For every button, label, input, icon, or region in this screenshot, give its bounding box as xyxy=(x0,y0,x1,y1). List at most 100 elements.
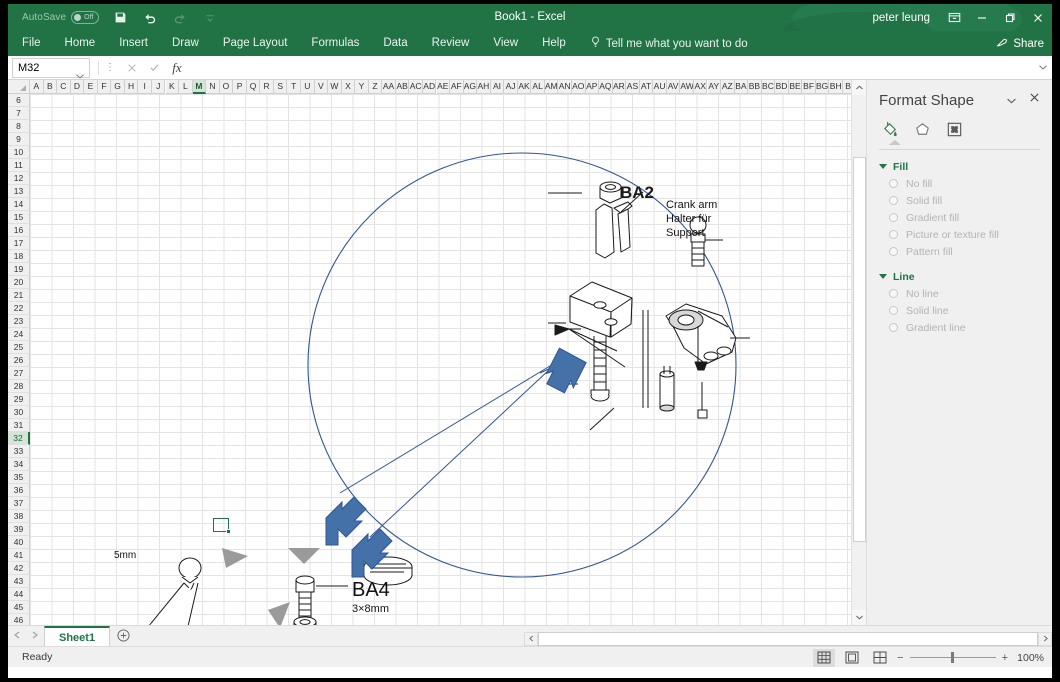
tab-formulas[interactable]: Formulas xyxy=(299,31,371,56)
column-header-BA[interactable]: BA xyxy=(734,80,749,94)
column-header-BB[interactable]: BB xyxy=(748,80,762,94)
next-sheet-icon[interactable] xyxy=(32,631,38,641)
close-button[interactable] xyxy=(1024,4,1052,31)
radio-solid-line[interactable]: Solid line xyxy=(867,302,1052,319)
row-header-38[interactable]: 38 xyxy=(8,510,30,523)
more-options-icon[interactable]: ⋮ xyxy=(105,62,115,73)
scroll-down-button[interactable] xyxy=(852,610,867,625)
column-header-AW[interactable]: AW xyxy=(680,80,694,94)
column-header-E[interactable]: E xyxy=(84,80,98,94)
zoom-out-button[interactable]: − xyxy=(897,652,903,664)
column-header-P[interactable]: P xyxy=(233,80,247,94)
row-header-45[interactable]: 45 xyxy=(8,601,30,614)
column-header-U[interactable]: U xyxy=(301,80,315,94)
radio-button[interactable] xyxy=(889,323,898,332)
column-header-AM[interactable]: AM xyxy=(544,80,559,94)
radio-button[interactable] xyxy=(889,196,898,205)
size-and-properties-tab[interactable] xyxy=(943,119,965,139)
vertical-scroll-thumb[interactable] xyxy=(853,157,866,542)
row-header-23[interactable]: 23 xyxy=(8,315,30,328)
cell-area[interactable] xyxy=(30,94,866,625)
column-header-C[interactable]: C xyxy=(57,80,71,94)
row-header-10[interactable]: 10 xyxy=(8,146,30,159)
column-header-L[interactable]: L xyxy=(179,80,193,94)
previous-sheet-icon[interactable] xyxy=(14,631,20,641)
column-header-AD[interactable]: AD xyxy=(422,80,437,94)
column-header-BE[interactable]: BE xyxy=(788,80,803,94)
row-header-25[interactable]: 25 xyxy=(8,341,30,354)
vertical-scroll-track[interactable] xyxy=(852,95,867,610)
column-header-X[interactable]: X xyxy=(341,80,356,94)
row-header-43[interactable]: 43 xyxy=(8,575,30,588)
column-header-AK[interactable]: AK xyxy=(517,80,532,94)
pane-close-button[interactable] xyxy=(1029,92,1040,106)
horizontal-scroll-track[interactable] xyxy=(538,631,1038,646)
radio-button[interactable] xyxy=(889,289,898,298)
column-header-BC[interactable]: BC xyxy=(761,80,776,94)
chevron-down-icon[interactable] xyxy=(1007,96,1016,106)
row-header-16[interactable]: 16 xyxy=(8,224,30,237)
radio-button[interactable] xyxy=(889,306,898,315)
column-header-AE[interactable]: AE xyxy=(436,80,451,94)
column-header-AO[interactable]: AO xyxy=(572,80,586,94)
column-header-Y[interactable]: Y xyxy=(355,80,369,94)
row-header-11[interactable]: 11 xyxy=(8,159,30,172)
column-header-J[interactable]: J xyxy=(151,80,166,94)
horizontal-scrollbar[interactable] xyxy=(524,631,1052,646)
column-header-N[interactable]: N xyxy=(206,80,220,94)
row-header-32[interactable]: 32 xyxy=(8,432,30,445)
tab-help[interactable]: Help xyxy=(530,31,578,56)
column-header-H[interactable]: H xyxy=(124,80,139,94)
radio-button[interactable] xyxy=(889,179,898,188)
column-header-AC[interactable]: AC xyxy=(409,80,423,94)
column-header-AQ[interactable]: AQ xyxy=(599,80,613,94)
column-header-I[interactable]: I xyxy=(138,80,152,94)
radio-no-line[interactable]: No line xyxy=(867,285,1052,302)
tab-home[interactable]: Home xyxy=(53,31,108,56)
column-header-T[interactable]: T xyxy=(287,80,301,94)
column-header-BD[interactable]: BD xyxy=(775,80,789,94)
row-header-37[interactable]: 37 xyxy=(8,497,30,510)
row-header-14[interactable]: 14 xyxy=(8,198,30,211)
row-header-17[interactable]: 17 xyxy=(8,237,30,250)
share-button[interactable]: Share xyxy=(996,31,1044,56)
radio-gradient-fill[interactable]: Gradient fill xyxy=(867,209,1052,226)
ribbon-display-options-icon[interactable] xyxy=(940,4,968,31)
worksheet-grid[interactable]: BA2 Crank arm Halter für Support 5mm BA4… xyxy=(8,80,866,625)
radio-gradient-line[interactable]: Gradient line xyxy=(867,319,1052,336)
column-header-AJ[interactable]: AJ xyxy=(504,80,518,94)
column-header-AY[interactable]: AY xyxy=(707,80,722,94)
column-header-AG[interactable]: AG xyxy=(463,80,478,94)
column-header-AV[interactable]: AV xyxy=(666,80,681,94)
column-header-G[interactable]: G xyxy=(111,80,125,94)
name-box[interactable]: M32 xyxy=(12,57,90,79)
row-header-26[interactable]: 26 xyxy=(8,354,30,367)
sheet-tab-sheet1[interactable]: Sheet1 xyxy=(44,626,111,646)
row-header-31[interactable]: 31 xyxy=(8,419,30,432)
row-header-44[interactable]: 44 xyxy=(8,588,30,601)
row-header-6[interactable]: 6 xyxy=(8,94,30,107)
select-all-button[interactable] xyxy=(8,80,30,94)
row-header-24[interactable]: 24 xyxy=(8,328,30,341)
column-header-F[interactable]: F xyxy=(97,80,112,94)
row-header-40[interactable]: 40 xyxy=(8,536,30,549)
page-break-preview-button[interactable] xyxy=(869,649,891,667)
restore-button[interactable] xyxy=(996,4,1024,31)
column-header-AU[interactable]: AU xyxy=(653,80,667,94)
column-header-AX[interactable]: AX xyxy=(693,80,708,94)
column-header-Q[interactable]: Q xyxy=(246,80,261,94)
column-header-S[interactable]: S xyxy=(273,80,288,94)
row-header-28[interactable]: 28 xyxy=(8,380,30,393)
column-header-B[interactable]: B xyxy=(43,80,58,94)
row-header-18[interactable]: 18 xyxy=(8,250,30,263)
column-header-V[interactable]: V xyxy=(314,80,329,94)
column-header-M[interactable]: M xyxy=(192,80,207,94)
column-header-R[interactable]: R xyxy=(260,80,274,94)
radio-picture-or-texture-fill[interactable]: Picture or texture fill xyxy=(867,226,1052,243)
add-sheet-button[interactable] xyxy=(110,625,136,646)
column-header-D[interactable]: D xyxy=(70,80,85,94)
row-header-22[interactable]: 22 xyxy=(8,302,30,315)
radio-button[interactable] xyxy=(889,213,898,222)
normal-view-button[interactable] xyxy=(813,648,836,667)
column-header-BG[interactable]: BG xyxy=(815,80,830,94)
